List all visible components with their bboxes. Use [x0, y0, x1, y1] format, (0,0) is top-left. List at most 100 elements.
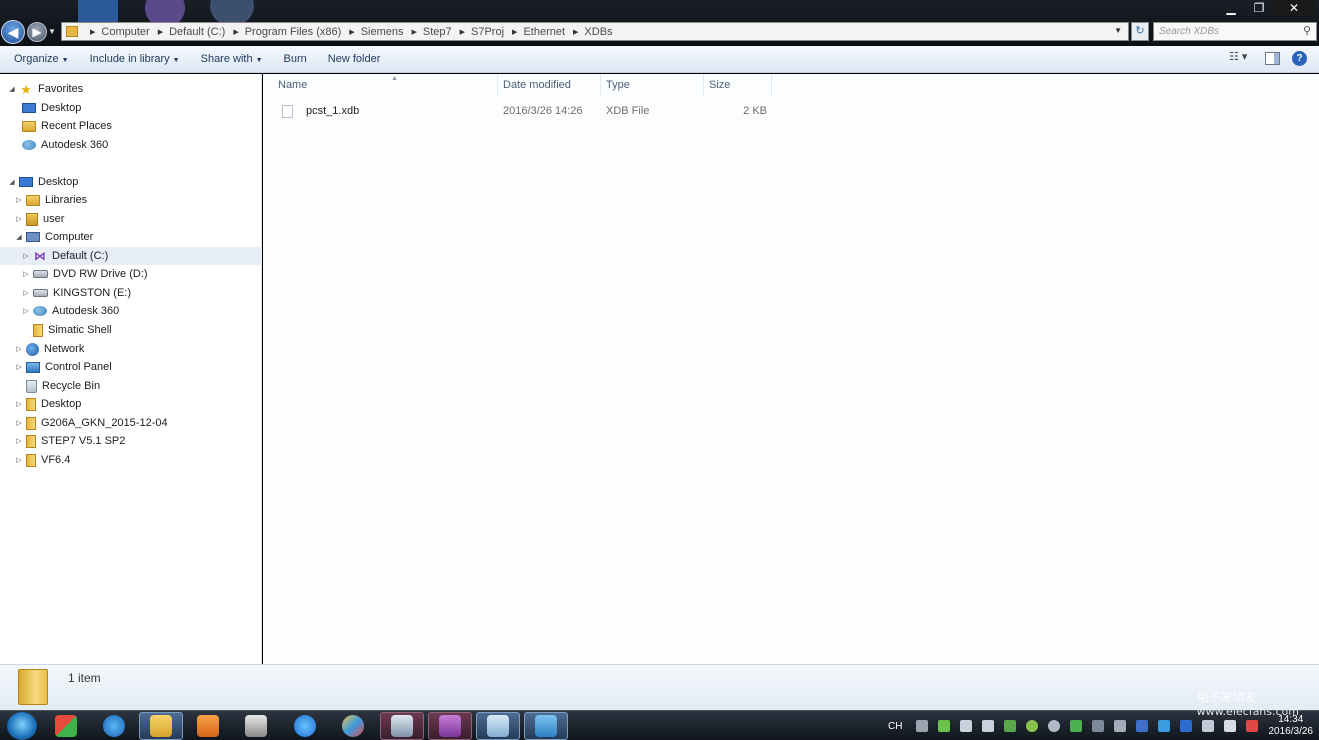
expand-icon[interactable]: ▷	[15, 400, 23, 408]
nav-drive-e[interactable]: ▷ KINGSTON (E:)	[22, 284, 131, 302]
column-header-size[interactable]: Size	[704, 74, 772, 96]
expand-icon[interactable]: ▷	[22, 252, 30, 260]
recent-pages-dropdown[interactable]: ▼	[48, 27, 56, 36]
language-indicator[interactable]: CH	[888, 721, 902, 732]
search-input[interactable]: Search XDBs ⚲	[1153, 22, 1317, 41]
expand-icon[interactable]: ▷	[15, 419, 23, 427]
nav-user[interactable]: ▷ user	[15, 210, 64, 228]
preview-pane-button[interactable]	[1265, 51, 1280, 65]
nav-drive-c[interactable]: ▷ ⋈ Default (C:)	[0, 247, 262, 265]
nav-g206a-folder[interactable]: ▷ G206A_GKN_2015-12-04	[15, 414, 168, 432]
taskbar-app-explorer[interactable]	[139, 712, 183, 740]
column-header-date-modified[interactable]: Date modified	[498, 74, 601, 96]
taskbar-app-drawing[interactable]	[234, 712, 278, 740]
chevron-right-icon[interactable]: ▶	[411, 28, 416, 36]
nav-computer[interactable]: ◢ Computer	[15, 228, 93, 246]
expand-icon[interactable]: ▷	[22, 289, 30, 297]
expand-icon[interactable]: ▷	[22, 270, 30, 278]
nav-control-panel[interactable]: ▷ Control Panel	[15, 358, 111, 376]
taskbar-app-notes[interactable]	[476, 712, 520, 740]
organize-button[interactable]: Organize ▼	[7, 48, 76, 70]
close-button[interactable]: ✕	[1273, 0, 1315, 16]
breadcrumb-step7[interactable]: Step7	[423, 26, 452, 38]
nav-fav-recent-places[interactable]: Recent Places	[22, 117, 112, 135]
tia-tray-icon[interactable]	[981, 720, 994, 732]
forward-button[interactable]: ▶	[27, 22, 47, 42]
breadcrumb-xdbs[interactable]: XDBs	[584, 26, 612, 38]
kb-icon[interactable]	[959, 720, 972, 732]
change-view-button[interactable]: ☷ ▾	[1229, 50, 1253, 66]
keyboard-icon[interactable]	[915, 720, 928, 732]
nav-drive-d[interactable]: ▷ DVD RW Drive (D:)	[22, 265, 147, 283]
chevron-right-icon[interactable]: ▶	[573, 28, 578, 36]
nav-desktop-folder[interactable]: ▷ Desktop	[15, 395, 81, 413]
new-folder-button[interactable]: New folder	[321, 48, 388, 70]
network-tray-icon[interactable]	[1003, 720, 1016, 732]
expand-icon[interactable]: ▷	[15, 456, 23, 464]
taskbar-app-tia[interactable]	[428, 712, 472, 740]
expand-icon[interactable]: ▷	[22, 307, 30, 315]
share-with-button[interactable]: Share with ▼	[194, 48, 270, 70]
nav-simatic-shell[interactable]: Simatic Shell	[33, 321, 112, 339]
breadcrumb-computer[interactable]: Computer	[101, 26, 149, 38]
display-icon[interactable]	[1179, 720, 1192, 732]
file-row[interactable]: pcst_1.xdb 2016/3/26 14:26 XDB File 2 KB	[273, 102, 773, 120]
include-in-library-button[interactable]: Include in library ▼	[83, 48, 187, 70]
tools-icon[interactable]	[1201, 720, 1214, 732]
en-input-icon[interactable]	[1135, 720, 1148, 732]
chevron-right-icon[interactable]: ▶	[233, 28, 238, 36]
webcam-icon[interactable]	[1047, 720, 1060, 732]
chevron-right-icon[interactable]: ▶	[90, 28, 95, 36]
start-button[interactable]	[7, 712, 37, 740]
nav-fav-desktop[interactable]: Desktop	[22, 99, 81, 117]
expand-icon[interactable]: ▷	[15, 196, 23, 204]
nav-recycle-bin[interactable]: Recycle Bin	[26, 377, 100, 395]
collapse-icon[interactable]: ◢	[8, 178, 16, 186]
column-header-type[interactable]: Type	[601, 74, 704, 96]
bluetooth-icon[interactable]	[1157, 720, 1170, 732]
action-center-icon[interactable]	[1245, 720, 1258, 732]
expand-icon[interactable]: ▷	[15, 345, 23, 353]
update-icon[interactable]	[1025, 720, 1038, 732]
expand-icon[interactable]: ▷	[15, 363, 23, 371]
breadcrumb-s7proj[interactable]: S7Proj	[471, 26, 504, 38]
nav-autodesk-360[interactable]: ▷ Autodesk 360	[22, 302, 119, 320]
nav-desktop[interactable]: ◢ Desktop	[8, 173, 78, 191]
expand-icon[interactable]: ▷	[15, 437, 23, 445]
chevron-right-icon[interactable]: ▶	[512, 28, 517, 36]
chevron-right-icon[interactable]: ▶	[460, 28, 465, 36]
chevron-right-icon[interactable]: ▶	[349, 28, 354, 36]
maximize-button[interactable]: ❐	[1245, 0, 1273, 16]
help-button[interactable]: ?	[1292, 50, 1307, 66]
nav-fav-autodesk-360[interactable]: Autodesk 360	[22, 136, 108, 154]
download-icon[interactable]	[1069, 720, 1082, 732]
column-header-name[interactable]: Name ▲	[273, 74, 498, 96]
address-dropdown-icon[interactable]: ▼	[1114, 26, 1122, 35]
battery-icon[interactable]	[937, 720, 950, 732]
speaker-icon[interactable]	[1091, 720, 1104, 732]
taskbar-app-ie[interactable]	[92, 712, 136, 740]
taskbar-app-remote[interactable]	[524, 712, 568, 740]
back-button[interactable]: ◀	[1, 20, 25, 44]
burn-button[interactable]: Burn	[277, 48, 314, 70]
refresh-button[interactable]: ↻	[1131, 22, 1149, 41]
taskbar-app-sogou-browser[interactable]	[283, 712, 327, 740]
nav-vf64-folder[interactable]: ▷ VF6.4	[15, 451, 70, 469]
breadcrumb-default-c[interactable]: Default (C:)	[169, 26, 225, 38]
taskbar-app-simatic[interactable]	[380, 712, 424, 740]
minimize-button[interactable]: ▁	[1217, 0, 1245, 16]
breadcrumb-siemens[interactable]: Siemens	[361, 26, 404, 38]
chevron-right-icon[interactable]: ▶	[158, 28, 163, 36]
pen-icon[interactable]	[1113, 720, 1126, 732]
taskbar-app-media-player[interactable]	[186, 712, 230, 740]
collapse-icon[interactable]: ◢	[15, 233, 23, 241]
taskbar-app-paint[interactable]	[331, 712, 375, 740]
address-bar[interactable]: ▶ Computer ▶ Default (C:) ▶ Program File…	[61, 22, 1129, 41]
breadcrumb-ethernet[interactable]: Ethernet	[523, 26, 565, 38]
monitor-icon[interactable]	[1223, 720, 1236, 732]
nav-step7-folder[interactable]: ▷ STEP7 V5.1 SP2	[15, 432, 125, 450]
collapse-icon[interactable]: ◢	[8, 85, 16, 93]
nav-favorites[interactable]: ◢ ★ Favorites	[8, 80, 83, 98]
taskbar-app-sogou[interactable]	[44, 712, 88, 740]
expand-icon[interactable]: ▷	[15, 215, 23, 223]
